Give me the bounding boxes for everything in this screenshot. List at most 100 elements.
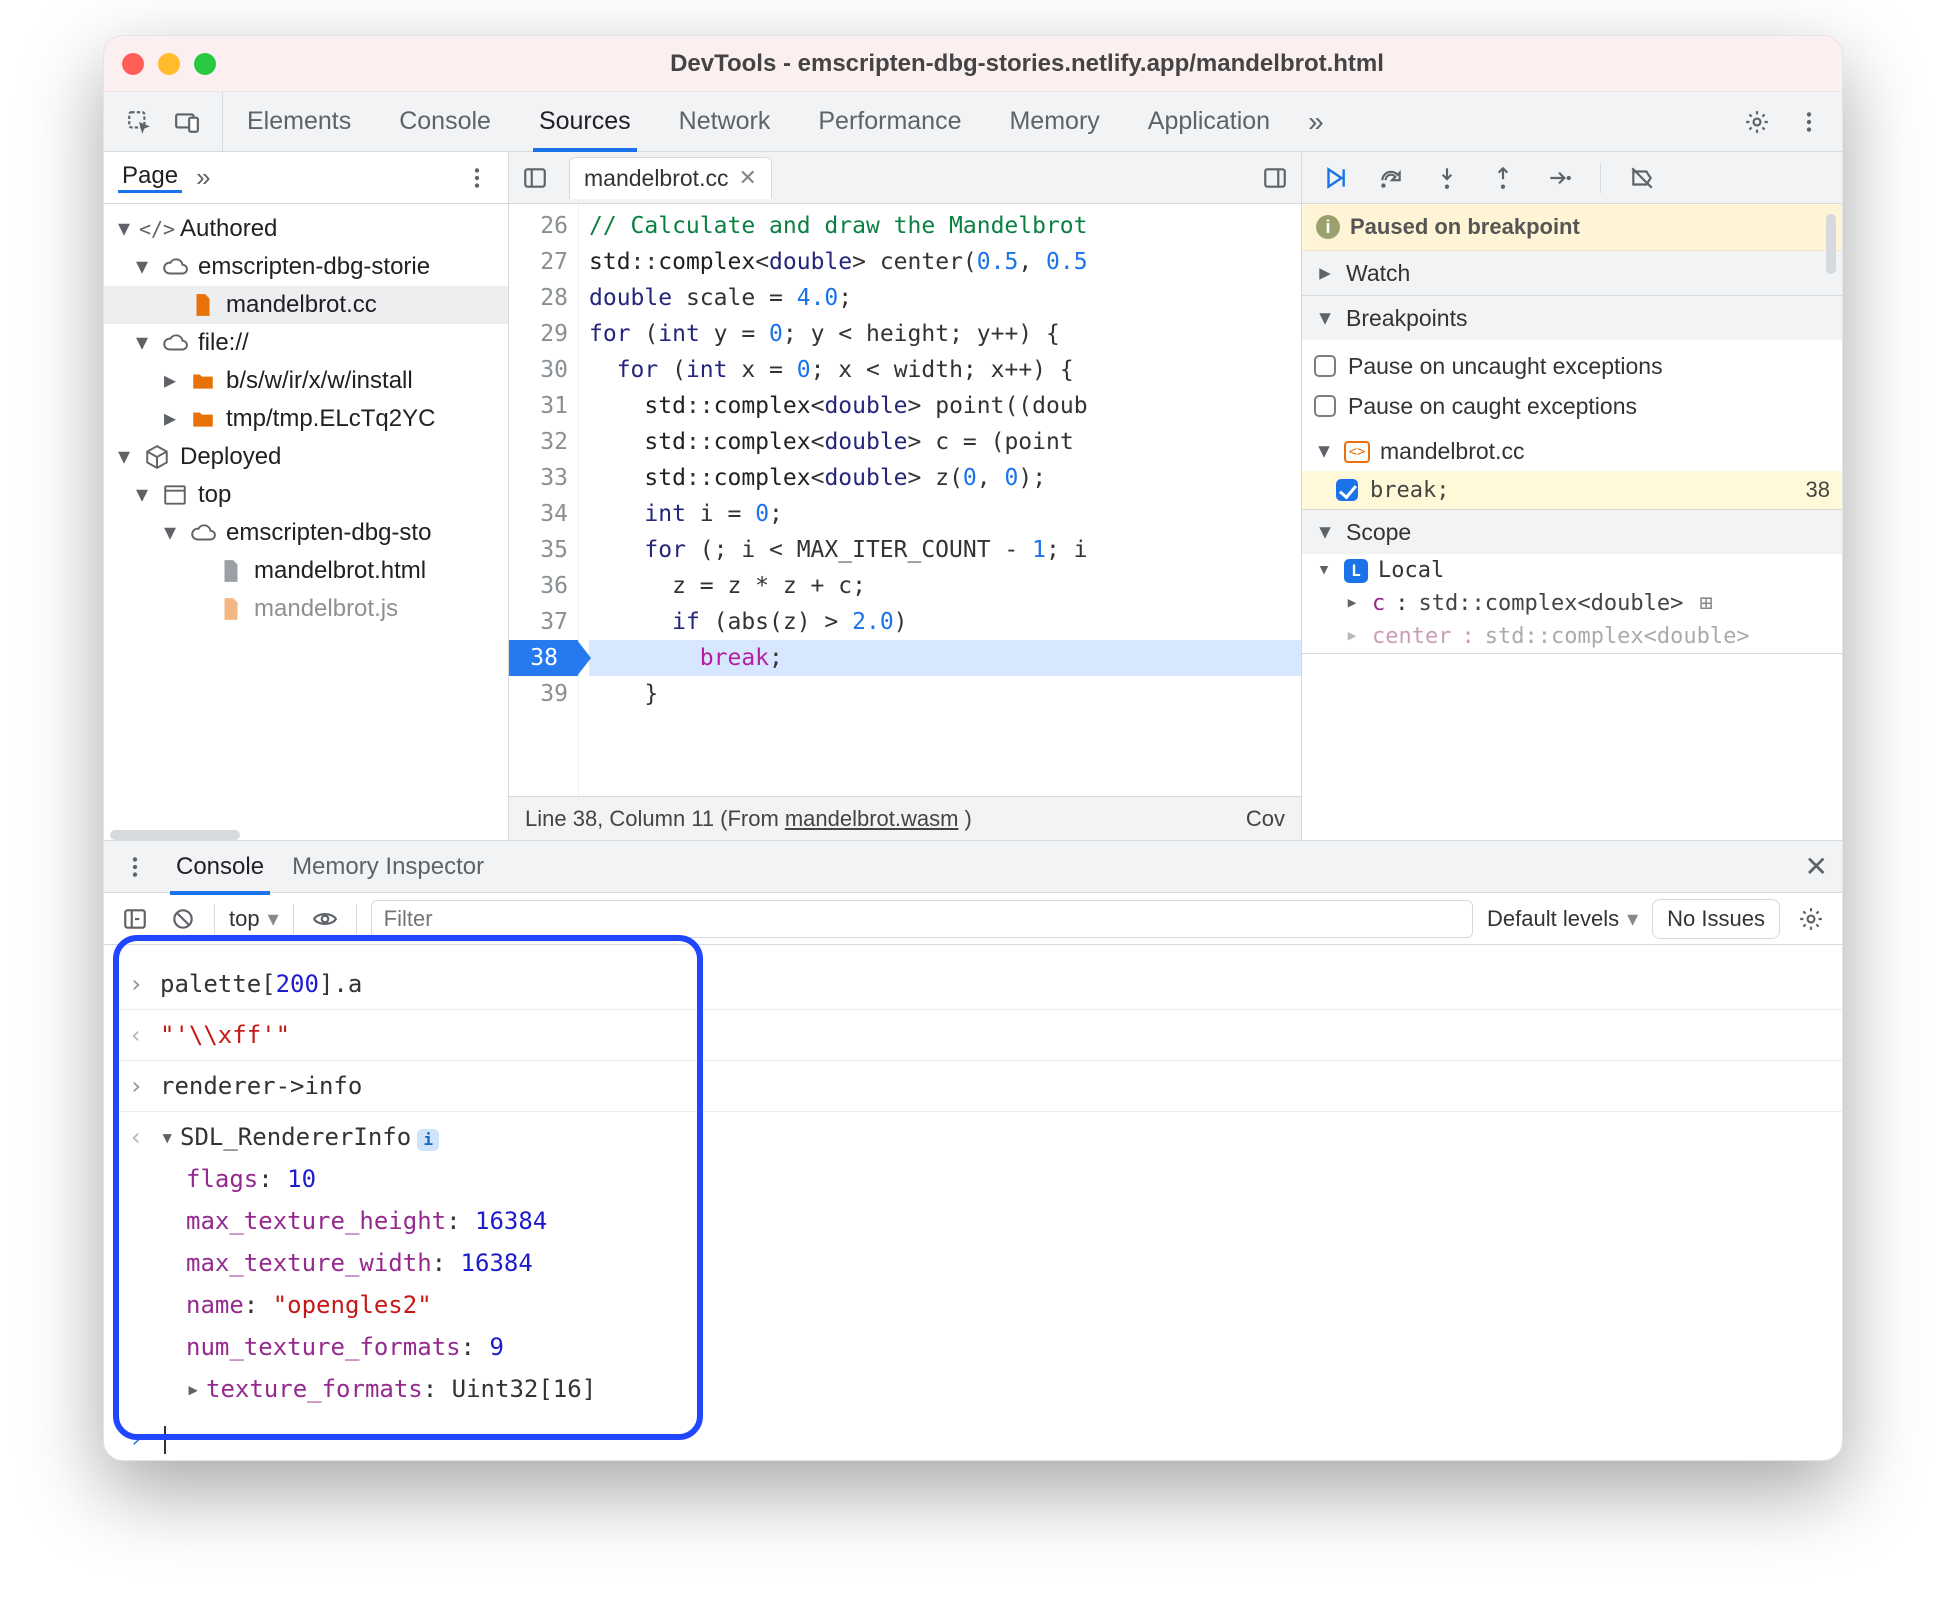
- clear-console-icon[interactable]: [166, 902, 200, 936]
- pause-caught-checkbox[interactable]: Pause on caught exceptions: [1314, 386, 1830, 426]
- close-tab-icon[interactable]: ✕: [738, 165, 756, 191]
- editor-tabbar: mandelbrot.cc ✕: [509, 152, 1301, 204]
- navigator-more-icon[interactable]: [460, 161, 494, 195]
- sidebar-scrollbar[interactable]: [110, 830, 240, 840]
- scope-local[interactable]: LLocal: [1302, 554, 1842, 587]
- window-close-icon[interactable]: [122, 53, 144, 75]
- devtools-tabstrip: Elements Console Sources Network Perform…: [104, 92, 1842, 152]
- scope-var-center[interactable]: center: std::complex<double>: [1302, 620, 1842, 653]
- editor-column: mandelbrot.cc ✕ 262728293031323334353637…: [509, 152, 1302, 840]
- inspect-icon[interactable]: [122, 105, 156, 139]
- settings-icon[interactable]: [1740, 105, 1774, 139]
- console-toolbar: top▾ Default levels▾ No Issues: [104, 893, 1842, 945]
- line-gutter[interactable]: 2627282930313233343536373839: [509, 204, 579, 796]
- toggle-debugger-icon[interactable]: [1255, 158, 1295, 198]
- breakpoint-checkbox[interactable]: [1336, 479, 1358, 501]
- tab-application[interactable]: Application: [1124, 92, 1294, 151]
- tab-memory[interactable]: Memory: [985, 92, 1123, 151]
- window-zoom-icon[interactable]: [194, 53, 216, 75]
- step-over-icon[interactable]: [1374, 161, 1408, 195]
- step-into-icon[interactable]: [1430, 161, 1464, 195]
- deployed-icon: [144, 444, 170, 470]
- drawer: Console Memory Inspector ✕ top▾ Default …: [104, 840, 1842, 1460]
- drawer-tab-memory-inspector[interactable]: Memory Inspector: [288, 853, 488, 881]
- console-output-row[interactable]: SDL_RendererInfoi flags: 10 max_texture_…: [118, 1112, 1842, 1414]
- file-badge-icon: <>: [1344, 441, 1370, 463]
- window-minimize-icon[interactable]: [158, 53, 180, 75]
- toggle-navigator-icon[interactable]: [515, 158, 555, 198]
- devtools-window: DevTools - emscripten-dbg-stories.netlif…: [103, 35, 1843, 1461]
- console-output-row: "'\\xff'": [118, 1010, 1842, 1061]
- info-badge-icon[interactable]: i: [417, 1129, 439, 1151]
- console-filter-input[interactable]: [371, 900, 1473, 938]
- tree-origin-2[interactable]: emscripten-dbg-sto: [226, 519, 431, 547]
- debugger-panel: i Paused on breakpoint Watch Breakpoints…: [1302, 152, 1842, 840]
- file-icon: [190, 292, 216, 318]
- scope-section[interactable]: Scope: [1302, 510, 1842, 554]
- navigator-tabs-overflow-icon[interactable]: »: [196, 162, 210, 193]
- tree-deployed[interactable]: Deployed: [180, 443, 281, 471]
- more-menu-icon[interactable]: [1792, 105, 1826, 139]
- editor-tab[interactable]: mandelbrot.cc ✕: [569, 157, 772, 199]
- breakpoint-item[interactable]: break; 38: [1302, 471, 1842, 509]
- tree-folder-1[interactable]: b/s/w/ir/x/w/install: [226, 367, 413, 395]
- drawer-tab-console[interactable]: Console: [172, 853, 268, 881]
- tree-file-js[interactable]: mandelbrot.js: [254, 595, 398, 623]
- console-prompt[interactable]: [118, 1414, 1842, 1460]
- console-input-row[interactable]: renderer->info: [118, 1061, 1842, 1112]
- cloud-icon: [190, 520, 216, 546]
- tree-file-html[interactable]: mandelbrot.html: [254, 557, 426, 585]
- code-area[interactable]: // Calculate and draw the Mandelbrotstd:…: [579, 204, 1301, 796]
- scope-var-c[interactable]: c: std::complex<double>⊞: [1302, 587, 1842, 620]
- editor-tab-label: mandelbrot.cc: [584, 165, 728, 192]
- issues-button[interactable]: No Issues: [1652, 899, 1780, 939]
- tree-authored[interactable]: Authored: [180, 215, 277, 243]
- tabs-overflow-icon[interactable]: »: [1294, 92, 1338, 151]
- folder-icon: [190, 406, 216, 432]
- local-badge-icon: L: [1344, 559, 1368, 583]
- tree-file-scheme[interactable]: file://: [198, 329, 249, 357]
- tab-sources[interactable]: Sources: [515, 92, 655, 151]
- breakpoint-file[interactable]: <>mandelbrot.cc: [1302, 432, 1842, 471]
- code-editor[interactable]: 2627282930313233343536373839 // Calculat…: [509, 204, 1301, 796]
- resume-icon[interactable]: [1318, 161, 1352, 195]
- drawer-more-icon[interactable]: [118, 850, 152, 884]
- titlebar: DevTools - emscripten-dbg-stories.netlif…: [104, 36, 1842, 92]
- navigator-sidebar: Page » </> Authored emscripten-dbg-storie…: [104, 152, 509, 840]
- tree-file-mandelbrot-cc[interactable]: mandelbrot.cc: [226, 291, 377, 319]
- tab-console[interactable]: Console: [375, 92, 515, 151]
- console-output[interactable]: palette[200].a "'\\xff'" renderer->info …: [104, 945, 1842, 1460]
- console-sidebar-toggle-icon[interactable]: [118, 902, 152, 936]
- context-selector[interactable]: top▾: [229, 906, 279, 932]
- tree-origin[interactable]: emscripten-dbg-storie: [198, 253, 430, 281]
- info-icon: i: [1316, 215, 1340, 239]
- navigator-tree[interactable]: </> Authored emscripten-dbg-storie mandel…: [104, 204, 508, 830]
- watch-section[interactable]: Watch: [1302, 251, 1842, 295]
- live-expression-icon[interactable]: [308, 902, 342, 936]
- tab-network[interactable]: Network: [655, 92, 795, 151]
- authored-icon: </>: [144, 216, 170, 242]
- debug-scrollbar[interactable]: [1826, 214, 1836, 274]
- step-icon[interactable]: [1542, 161, 1576, 195]
- console-input-row[interactable]: palette[200].a: [118, 959, 1842, 1010]
- deactivate-breakpoints-icon[interactable]: [1625, 161, 1659, 195]
- navigator-tab-page[interactable]: Page: [118, 162, 182, 193]
- tab-elements[interactable]: Elements: [223, 92, 375, 151]
- tab-performance[interactable]: Performance: [794, 92, 985, 151]
- paused-banner: i Paused on breakpoint: [1302, 204, 1842, 251]
- tree-folder-2[interactable]: tmp/tmp.ELcTq2YC: [226, 405, 435, 433]
- sources-panel: Page » </> Authored emscripten-dbg-storie…: [104, 152, 1842, 840]
- console-settings-icon[interactable]: [1794, 902, 1828, 936]
- drawer-close-icon[interactable]: ✕: [1805, 850, 1828, 883]
- source-map-link[interactable]: mandelbrot.wasm: [785, 806, 959, 832]
- editor-statusbar: Line 38, Column 11 (From mandelbrot.wasm…: [509, 796, 1301, 840]
- step-out-icon[interactable]: [1486, 161, 1520, 195]
- tree-top[interactable]: top: [198, 481, 231, 509]
- pause-uncaught-checkbox[interactable]: Pause on uncaught exceptions: [1314, 346, 1830, 386]
- window-title: DevTools - emscripten-dbg-stories.netlif…: [230, 50, 1824, 78]
- cursor-position: Line 38, Column 11: [525, 806, 714, 832]
- device-toolbar-icon[interactable]: [170, 105, 204, 139]
- frame-icon: [162, 482, 188, 508]
- breakpoints-section[interactable]: Breakpoints: [1302, 296, 1842, 340]
- log-levels-selector[interactable]: Default levels▾: [1487, 906, 1638, 932]
